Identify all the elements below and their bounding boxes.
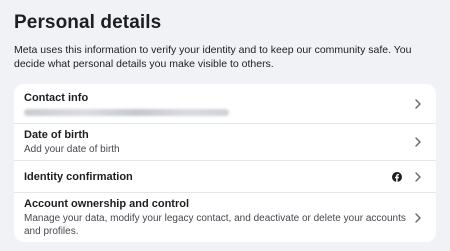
account-ownership-label: Account ownership and control xyxy=(24,198,190,210)
date-of-birth-label: Date of birth xyxy=(24,129,89,141)
page-description: Meta uses this information to verify you… xyxy=(14,44,412,70)
contact-info-obscured-value xyxy=(24,109,229,116)
date-of-birth-row[interactable]: Date of birth Add your date of birth xyxy=(14,124,436,161)
personal-details-page: Personal details Meta uses this informat… xyxy=(0,0,450,251)
account-ownership-subtitle: Manage your data, modify your legacy con… xyxy=(24,213,406,237)
contact-info-label: Contact info xyxy=(24,92,89,104)
contact-info-row[interactable]: Contact info xyxy=(14,84,436,124)
identity-confirmation-label: Identity confirmation xyxy=(24,170,133,183)
chevron-right-icon xyxy=(412,171,424,183)
facebook-icon xyxy=(392,171,402,182)
page-title: Personal details xyxy=(14,12,162,33)
chevron-right-icon xyxy=(412,212,424,224)
chevron-right-icon xyxy=(412,98,424,110)
account-ownership-row[interactable]: Account ownership and control Manage you… xyxy=(14,193,436,242)
identity-confirmation-row[interactable]: Identity confirmation xyxy=(14,161,436,193)
chevron-right-icon xyxy=(412,136,424,148)
personal-details-card: Contact info Date of birth Add your date… xyxy=(14,84,436,242)
date-of-birth-subtitle: Add your date of birth xyxy=(24,144,120,155)
